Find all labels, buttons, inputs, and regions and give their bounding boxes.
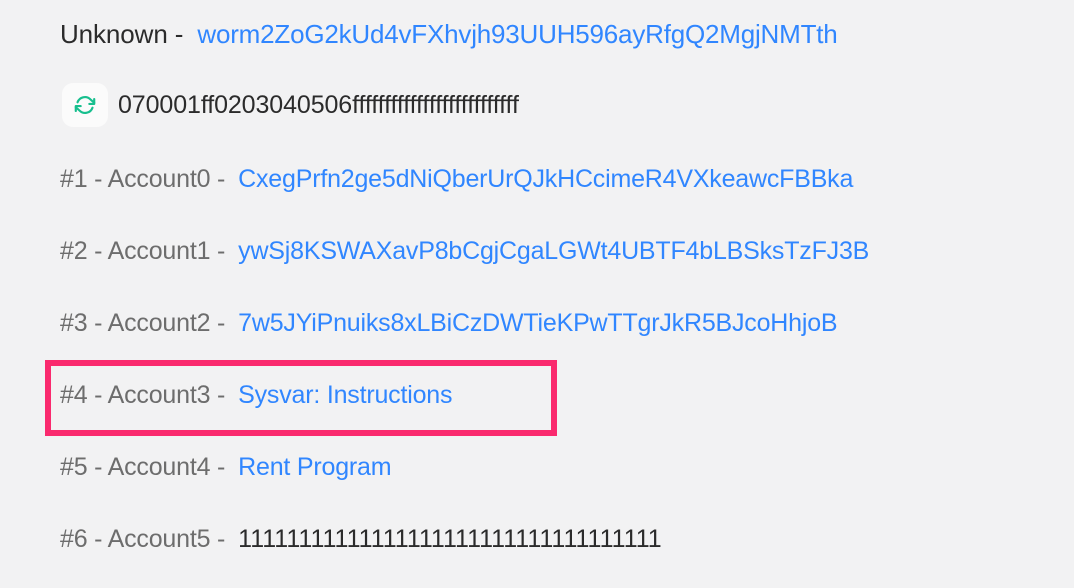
account-rent-program-link[interactable]: Rent Program [238,453,391,482]
account-row: #6 - Account5 - 111111111111111111111111… [60,518,662,560]
account-index-label: #5 - Account4 - [60,452,226,481]
instruction-data-hex: 070001ff0203040506ffffffffffffffffffffff… [118,90,519,119]
account-row: #1 - Account0 - CxegPrfn2ge5dNiQberUrQJk… [60,158,853,200]
account-row: #3 - Account2 - 7w5JYiPnuiks8xLBiCzDWTie… [60,302,838,344]
account-address-link[interactable]: ywSj8KSWAXavP8bCgjCgaLGWt4UBTF4bLBSksTzF… [238,237,869,266]
account-row: #2 - Account1 - ywSj8KSWAXavP8bCgjCgaLGW… [60,230,869,272]
program-address-link[interactable]: worm2ZoG2kUd4vFXhvjh93UUH596ayRfgQ2MgjNM… [197,19,837,50]
account-address-link[interactable]: CxegPrfn2ge5dNiQberUrQJkHCcimeR4VXkeawcF… [238,165,853,194]
instruction-data-row: 070001ff0203040506ffffffffffffffffffffff… [62,80,519,130]
account-address-link[interactable]: 7w5JYiPnuiks8xLBiCzDWTieKPwTTgrJkR5BJcoH… [238,309,837,338]
account-index-label: #2 - Account1 - [60,236,226,265]
account-index-label: #3 - Account2 - [60,308,226,337]
program-row: Unknown - worm2ZoG2kUd4vFXhvjh93UUH596ay… [60,14,838,54]
refresh-icon[interactable] [62,83,108,127]
program-label: Unknown [60,18,168,49]
program-separator: - [174,18,184,49]
transaction-instruction-panel: Unknown - worm2ZoG2kUd4vFXhvjh93UUH596ay… [0,0,1074,588]
account-sysvar-instructions-link[interactable]: Sysvar: Instructions [238,381,452,410]
account-index-label: #4 - Account3 - [60,380,226,409]
account-index-label: #1 - Account0 - [60,164,226,193]
account-index-label: #6 - Account5 - [60,524,226,553]
account-row-highlighted: #4 - Account3 - Sysvar: Instructions [60,374,452,416]
account-row: #5 - Account4 - Rent Program [60,446,392,488]
account-address-text: 11111111111111111111111111111111111 [238,524,662,553]
